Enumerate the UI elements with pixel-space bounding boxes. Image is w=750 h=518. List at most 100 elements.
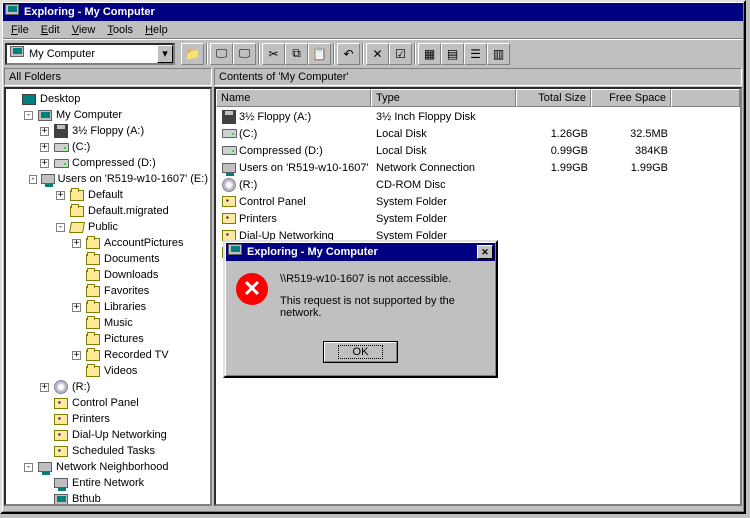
expand-toggle[interactable]: + <box>40 159 49 168</box>
folder-icon <box>85 267 101 283</box>
error-line-2: This request is not supported by the net… <box>280 295 485 319</box>
tree-item[interactable]: -Users on 'R519-w10-1607' (E:) <box>8 171 208 187</box>
dropdown-icon[interactable]: ▾ <box>157 45 173 63</box>
large-icons-button[interactable]: ▦ <box>418 43 441 65</box>
expand-toggle[interactable]: + <box>72 239 81 248</box>
col-free[interactable]: Free Space <box>591 89 671 107</box>
tree-item[interactable]: Dial-Up Networking <box>8 427 208 443</box>
tree-item[interactable]: -Public <box>8 219 208 235</box>
tree-item[interactable]: Documents <box>8 251 208 267</box>
folder-open-icon <box>69 219 85 235</box>
up-button[interactable]: 📁 <box>181 43 204 65</box>
menu-tools[interactable]: Tools <box>101 22 139 38</box>
item-type: System Folder <box>372 196 517 208</box>
folder-icon <box>85 299 101 315</box>
tree-item[interactable]: +Compressed (D:) <box>8 155 208 171</box>
expand-toggle[interactable]: + <box>72 303 81 312</box>
tree-item[interactable]: +Default <box>8 187 208 203</box>
tree-item[interactable]: +3½ Floppy (A:) <box>8 123 208 139</box>
list-item[interactable]: Compressed (D:)Local Disk0.99GB384KB <box>217 142 739 159</box>
tree-item[interactable]: - My Computer <box>8 107 208 123</box>
tree-item[interactable]: Downloads <box>8 267 208 283</box>
expand-toggle[interactable]: - <box>56 223 65 232</box>
folder-tree[interactable]: Desktop-My Computer+3½ Floppy (A:)+(C:)+… <box>4 87 212 506</box>
undo-button[interactable]: ↶ <box>337 43 360 65</box>
tree-item[interactable]: +Libraries <box>8 299 208 315</box>
folder-icon <box>85 251 101 267</box>
col-name[interactable]: Name <box>216 89 371 107</box>
close-button[interactable]: ✕ <box>477 245 493 259</box>
tree-item[interactable]: -Network Neighborhood <box>8 459 208 475</box>
list-item[interactable]: Users on 'R519-w10-1607' (E:)Network Con… <box>217 159 739 176</box>
delete-button[interactable]: ✕ <box>366 43 389 65</box>
tree-label: Default.migrated <box>88 205 169 217</box>
tree-item[interactable]: Pictures <box>8 331 208 347</box>
ok-button[interactable]: OK <box>323 341 398 363</box>
address-combo[interactable]: My Computer ▾ <box>5 43 175 65</box>
small-icons-button[interactable]: ▤ <box>441 43 464 65</box>
tree-label: Printers <box>72 413 110 425</box>
expand-toggle[interactable]: - <box>24 463 33 472</box>
details-view-button[interactable]: ▥ <box>487 43 510 65</box>
tree-item[interactable]: Scheduled Tasks <box>8 443 208 459</box>
expand-toggle[interactable]: + <box>56 191 65 200</box>
item-name: (R:) <box>239 179 257 191</box>
tree-item[interactable]: Printers <box>8 411 208 427</box>
tree-item[interactable]: + Recorded TV <box>8 347 208 363</box>
drive-icon <box>53 139 69 155</box>
window-title: Exploring - My Computer <box>24 6 741 18</box>
tree-item[interactable]: Default.migrated <box>8 203 208 219</box>
ctrl-icon <box>53 443 69 459</box>
tree-item[interactable]: Entire Network <box>8 475 208 491</box>
tree-label: Downloads <box>104 269 158 281</box>
properties-button[interactable]: ☑ <box>389 43 412 65</box>
list-view-button[interactable]: ☰ <box>464 43 487 65</box>
tree-item[interactable]: +(R:) <box>8 379 208 395</box>
list-item[interactable]: Control Panel System Folder <box>217 193 739 210</box>
expand-toggle[interactable]: - <box>29 175 36 184</box>
item-name: Control Panel <box>239 196 306 208</box>
tree-item[interactable]: Music <box>8 315 208 331</box>
tree-item[interactable]: +AccountPictures <box>8 235 208 251</box>
drive-icon <box>53 155 69 171</box>
tree-item[interactable]: Bthub <box>8 491 208 506</box>
list-item[interactable]: (C:)Local Disk1.26GB32.5MB <box>217 125 739 142</box>
menu-file[interactable]: File <box>5 22 35 38</box>
expand-toggle[interactable]: + <box>40 127 49 136</box>
menu-help[interactable]: Help <box>139 22 174 38</box>
tree-item[interactable]: Videos <box>8 363 208 379</box>
disconnect-drive-button[interactable]: 🖵 <box>233 43 256 65</box>
net-icon <box>221 160 237 176</box>
paste-button[interactable]: 📋 <box>308 43 331 65</box>
expand-toggle[interactable]: + <box>40 143 49 152</box>
tree-item[interactable]: Control Panel <box>8 395 208 411</box>
cd-icon <box>53 379 69 395</box>
tree-item[interactable]: +(C:) <box>8 139 208 155</box>
menu-view[interactable]: View <box>66 22 102 38</box>
titlebar[interactable]: Exploring - My Computer <box>3 3 743 21</box>
expand-toggle[interactable]: - <box>24 111 33 120</box>
expand-toggle[interactable]: + <box>40 383 49 392</box>
folder-icon <box>85 331 101 347</box>
item-name: 3½ Floppy (A:) <box>239 111 311 123</box>
col-type[interactable]: Type <box>371 89 516 107</box>
folder-icon <box>85 283 101 299</box>
list-item[interactable]: PrintersSystem Folder <box>217 210 739 227</box>
list-item[interactable]: (R:)CD-ROM Disc <box>217 176 739 193</box>
tree-label: Recorded TV <box>104 349 169 361</box>
expand-toggle[interactable]: + <box>72 351 81 360</box>
dialog-titlebar[interactable]: Exploring - My Computer ✕ <box>226 243 495 261</box>
item-type: Local Disk <box>372 128 517 140</box>
copy-button[interactable]: ⧉ <box>285 43 308 65</box>
cut-button[interactable]: ✂ <box>262 43 285 65</box>
map-drive-button[interactable]: 🖵 <box>210 43 233 65</box>
tree-item[interactable]: Desktop <box>8 91 208 107</box>
drive-icon <box>221 143 237 159</box>
list-item[interactable]: 3½ Floppy (A:)3½ Inch Floppy Disk <box>217 108 739 125</box>
tree-label: My Computer <box>56 109 122 121</box>
tree-item[interactable]: Favorites <box>8 283 208 299</box>
app-icon <box>5 4 21 20</box>
tree-label: Favorites <box>104 285 149 297</box>
menu-edit[interactable]: Edit <box>35 22 66 38</box>
col-size[interactable]: Total Size <box>516 89 591 107</box>
